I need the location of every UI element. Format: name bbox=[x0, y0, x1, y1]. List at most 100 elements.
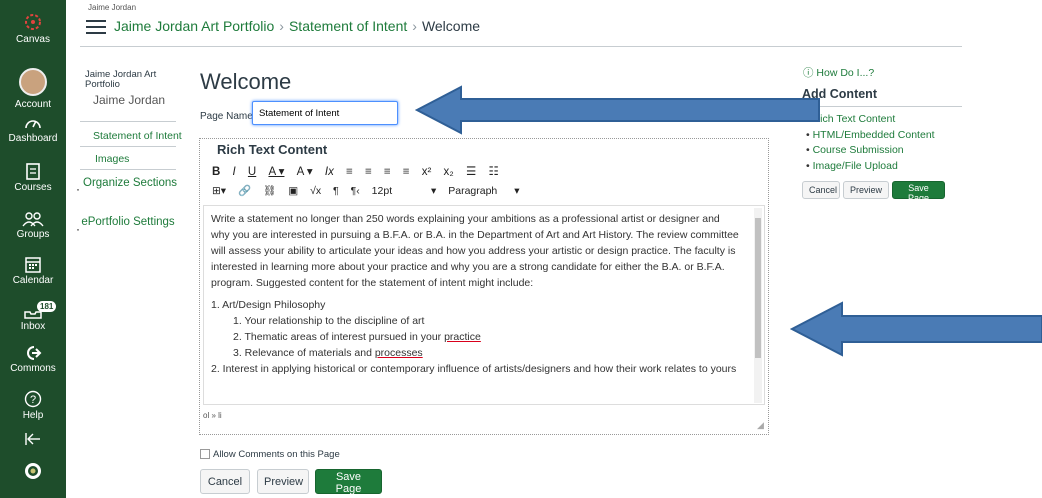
csu-logo bbox=[0, 462, 66, 482]
list-item: 2. Thematic areas of interest pursued in… bbox=[211, 329, 741, 345]
bullet-list-button[interactable]: ☰ bbox=[466, 164, 476, 178]
add-html-link[interactable]: HTML/Embedded Content bbox=[806, 128, 935, 144]
nav-commons[interactable]: Commons bbox=[0, 345, 66, 374]
nav-dashboard[interactable]: Dashboard bbox=[0, 115, 66, 144]
nav-label: Courses bbox=[14, 182, 52, 193]
groups-icon bbox=[22, 212, 44, 227]
subscript-button[interactable]: x₂ bbox=[444, 166, 454, 178]
inbox-badge: 181 bbox=[37, 301, 57, 312]
clear-formatting-button[interactable]: Ix bbox=[325, 166, 334, 178]
list-item: 3. Relevance of materials and processes bbox=[211, 345, 741, 361]
align-left-button[interactable]: ≡ bbox=[346, 166, 353, 178]
organize-sections-link[interactable]: Organize Sections bbox=[80, 177, 180, 190]
chevron-down-icon[interactable]: ▾ bbox=[431, 185, 436, 197]
commons-icon bbox=[27, 346, 42, 360]
hamburger-menu-icon[interactable] bbox=[86, 20, 106, 38]
superscript-button[interactable]: x² bbox=[422, 166, 432, 178]
list-item-text: 3. Relevance of materials and bbox=[233, 347, 375, 359]
user-name-small: Jaime Jordan bbox=[88, 3, 137, 12]
text-color-button[interactable]: A ▾ bbox=[268, 164, 284, 178]
nav-calendar[interactable]: Calendar bbox=[0, 256, 66, 286]
bold-button[interactable]: B bbox=[212, 166, 220, 178]
nav-label: Canvas bbox=[16, 34, 50, 45]
sidebar-item-images[interactable]: Images bbox=[95, 153, 129, 165]
add-rich-text-link[interactable]: Rich Text Content bbox=[806, 112, 935, 128]
nav-groups[interactable]: Groups bbox=[0, 211, 66, 240]
add-image-link[interactable]: Image/File Upload bbox=[806, 159, 935, 175]
nav-canvas[interactable]: Canvas bbox=[0, 12, 66, 45]
underline-button[interactable]: U bbox=[248, 166, 256, 178]
breadcrumb-portfolio[interactable]: Jaime Jordan Art Portfolio bbox=[114, 18, 274, 34]
portfolio-owner: Jaime Jordan bbox=[93, 93, 166, 107]
ltr-button[interactable]: ¶ bbox=[333, 185, 339, 197]
right-preview-button[interactable]: Preview bbox=[843, 181, 889, 199]
align-right-button[interactable]: ≡ bbox=[384, 166, 391, 178]
spellcheck-word: practice bbox=[444, 331, 481, 343]
nav-account[interactable]: Account bbox=[0, 68, 66, 110]
nav-courses[interactable]: Courses bbox=[0, 163, 66, 193]
ram-logo-icon bbox=[25, 463, 41, 479]
nav-label: Account bbox=[14, 99, 52, 110]
page-name-label: Page Name: bbox=[200, 111, 256, 122]
add-submission-link[interactable]: Course Submission bbox=[806, 143, 935, 159]
courses-icon bbox=[26, 163, 40, 180]
right-cancel-button[interactable]: Cancel bbox=[802, 181, 840, 199]
help-circle-icon: ⓘ bbox=[803, 67, 817, 79]
nav-label: Commons bbox=[10, 363, 56, 374]
table-button[interactable]: ⊞▾ bbox=[212, 185, 226, 197]
rtl-button[interactable]: ¶‹ bbox=[351, 185, 360, 197]
nav-inbox[interactable]: 181 Inbox bbox=[0, 301, 66, 332]
page-name-input[interactable] bbox=[252, 101, 398, 125]
breadcrumb: Jaime Jordan Art Portfolio › Statement of … bbox=[114, 18, 480, 34]
eportfolio-settings-link[interactable]: ePortfolio Settings bbox=[80, 216, 176, 229]
editor-content-area[interactable]: Write a statement no longer than 250 wor… bbox=[203, 205, 765, 405]
background-color-button[interactable]: A ▾ bbox=[297, 164, 313, 178]
sidebar-item-statement[interactable]: Statement of Intent bbox=[93, 130, 182, 142]
breadcrumb-separator: › bbox=[279, 18, 284, 34]
italic-button[interactable]: I bbox=[233, 166, 236, 178]
right-save-page-button[interactable]: Save Page bbox=[892, 181, 945, 203]
allow-comments-checkbox[interactable] bbox=[200, 449, 210, 460]
format-select[interactable]: Paragraph bbox=[448, 185, 497, 197]
link-icon[interactable]: 🔗 bbox=[238, 184, 251, 197]
how-do-i-label: How Do I...? bbox=[816, 67, 875, 79]
how-do-i-link[interactable]: ⓘ How Do I...? bbox=[803, 65, 874, 80]
annotation-arrow-icon bbox=[790, 301, 1042, 357]
justify-button[interactable]: ≡ bbox=[403, 166, 410, 178]
resize-handle-icon[interactable]: ◢ bbox=[757, 420, 764, 431]
list-item: 1. Your relationship to the discipline o… bbox=[233, 315, 425, 327]
unlink-icon[interactable]: ⛓ bbox=[263, 184, 276, 197]
allow-comments-row[interactable]: Allow Comments on this Page bbox=[200, 449, 340, 460]
nav-label: Groups bbox=[16, 229, 50, 240]
editor-scrollbar[interactable] bbox=[754, 208, 762, 403]
preview-button[interactable]: Preview bbox=[257, 469, 309, 494]
help-icon: ? bbox=[24, 390, 42, 408]
image-icon[interactable]: ▣ bbox=[288, 185, 298, 197]
sidebar-divider bbox=[80, 121, 176, 122]
numbered-list-button[interactable]: ☷ bbox=[488, 164, 498, 178]
editor-title: Rich Text Content bbox=[217, 142, 328, 157]
list-item: 2. Interest in applying historical or co… bbox=[211, 363, 737, 375]
header-divider bbox=[80, 46, 962, 47]
math-equation-button[interactable]: √x bbox=[310, 185, 321, 197]
collapse-nav-button[interactable] bbox=[0, 432, 66, 448]
sidebar-divider bbox=[80, 146, 176, 147]
cancel-button[interactable]: Cancel bbox=[200, 469, 250, 494]
font-size-select[interactable]: 12pt bbox=[372, 185, 392, 197]
breadcrumb-section[interactable]: Statement of Intent bbox=[289, 18, 407, 34]
add-content-divider bbox=[802, 106, 962, 107]
nav-help[interactable]: ? Help bbox=[0, 390, 66, 421]
chevron-down-icon[interactable]: ▾ bbox=[514, 185, 519, 197]
calendar-icon bbox=[25, 257, 41, 273]
avatar bbox=[19, 68, 47, 96]
align-center-button[interactable]: ≡ bbox=[365, 166, 372, 178]
add-content-list: Rich Text Content HTML/Embedded Content … bbox=[806, 112, 935, 174]
save-page-button[interactable]: Save Page bbox=[315, 469, 382, 495]
scrollbar-thumb[interactable] bbox=[755, 218, 761, 358]
nav-label: Help bbox=[22, 410, 44, 421]
page-title: Welcome bbox=[200, 69, 292, 94]
editor-text: Write a statement no longer than 250 wor… bbox=[211, 211, 741, 377]
editor-status-path: ol » li bbox=[203, 411, 222, 420]
breadcrumb-current: Welcome bbox=[421, 18, 481, 34]
canvas-logo-icon bbox=[25, 14, 41, 30]
